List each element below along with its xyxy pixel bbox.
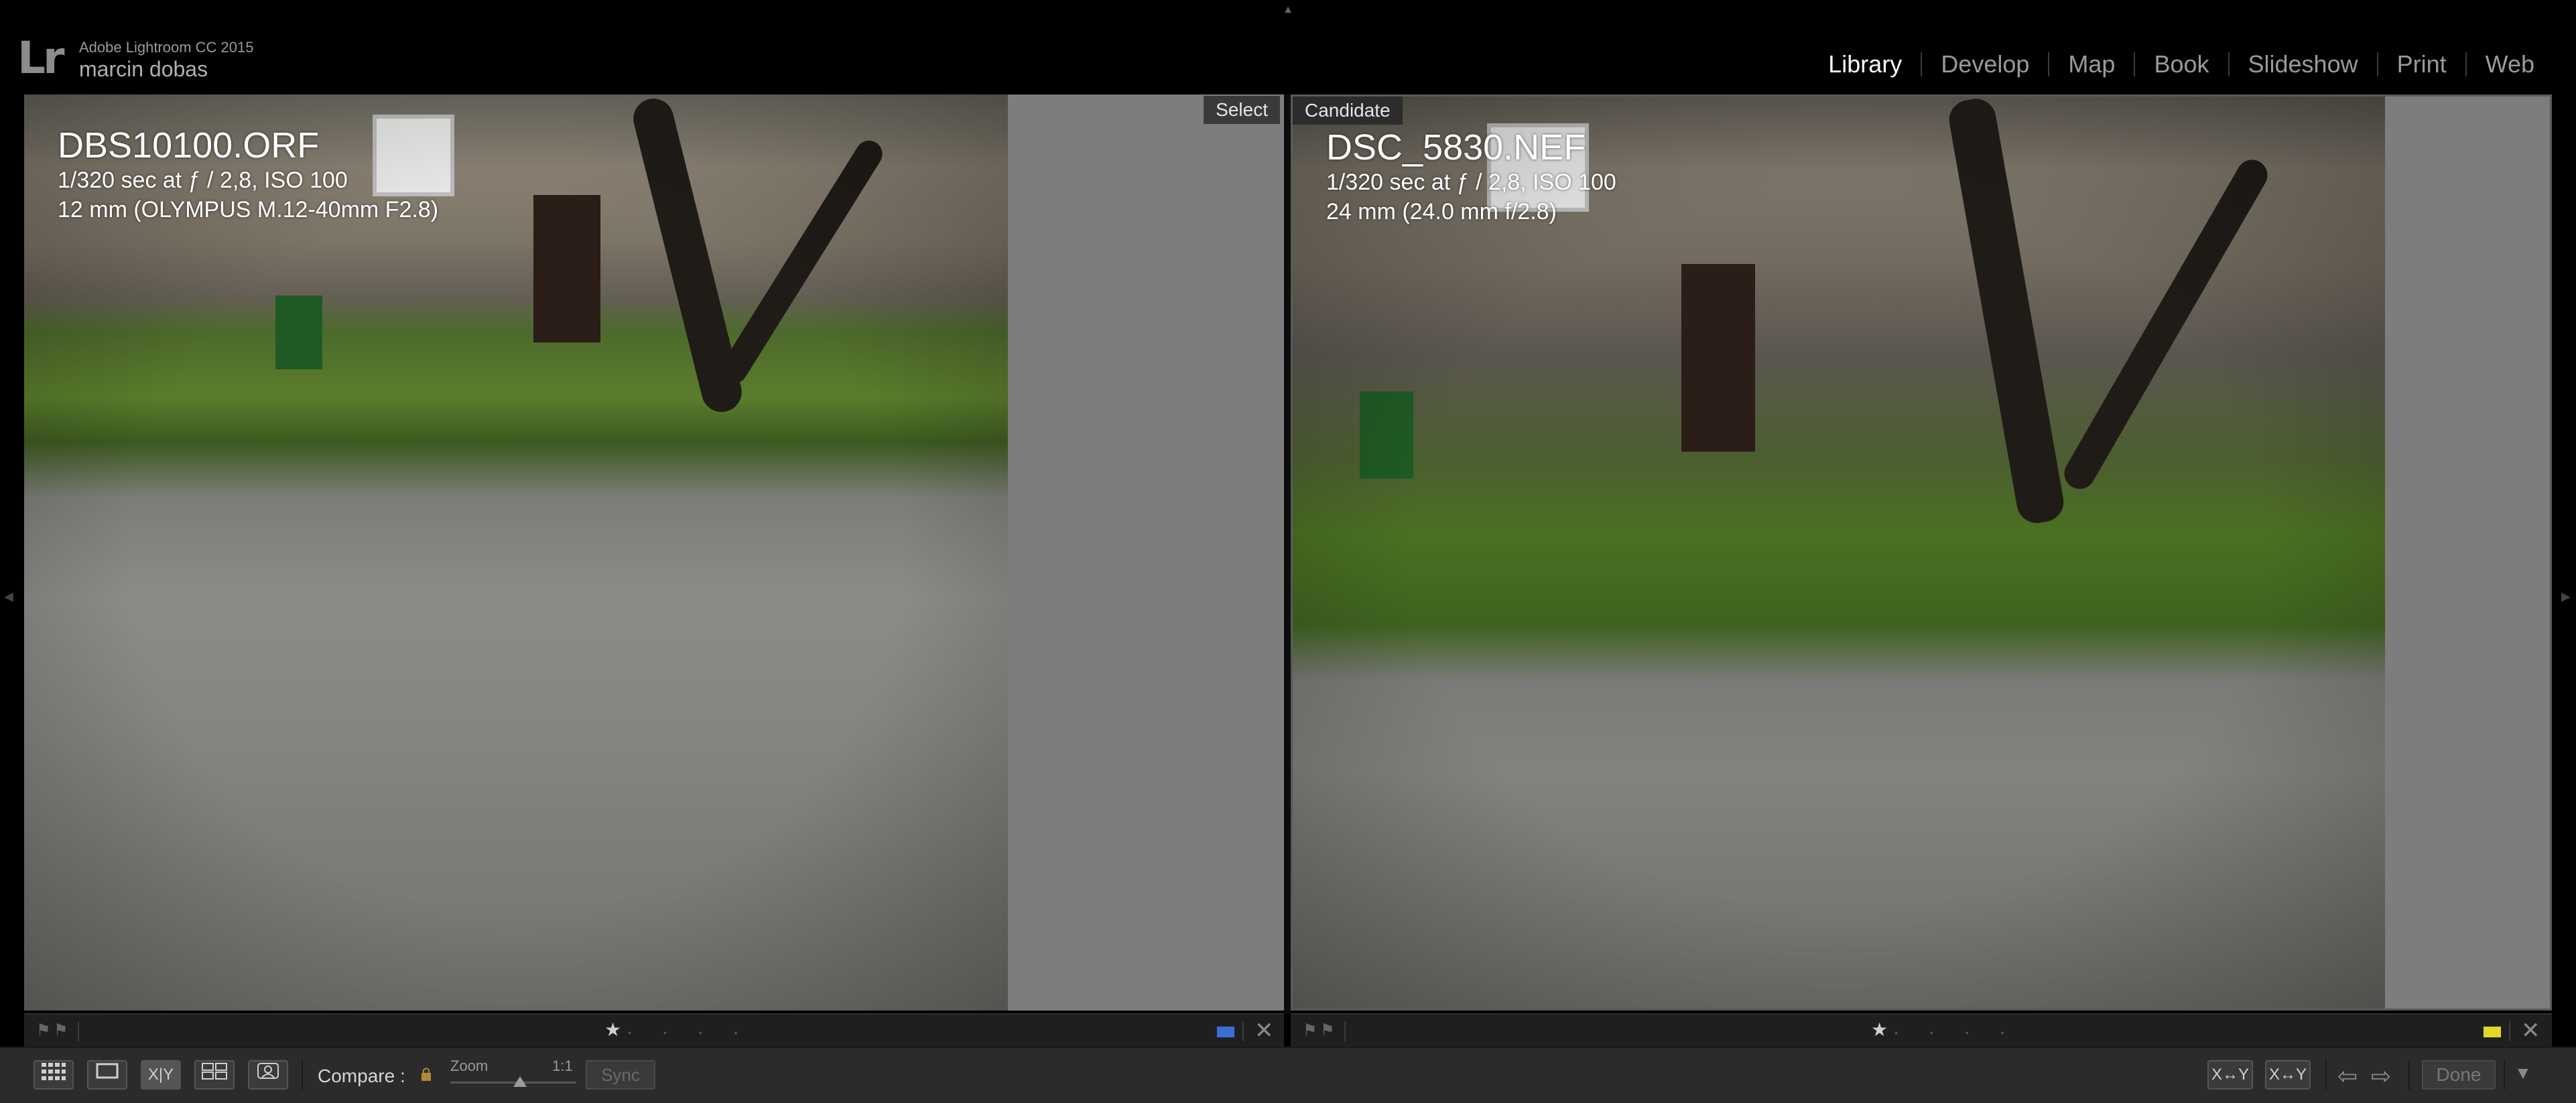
swap-icon: X↔Y xyxy=(2211,1065,2249,1084)
make-select-icon: X↔Y xyxy=(2268,1065,2307,1084)
empty-star-dots[interactable]: • • • • xyxy=(628,1027,752,1038)
arrow-left-icon[interactable]: ⇦ xyxy=(2337,1063,2358,1090)
select-info-overlay: DBS10100.ORF 1/320 sec at ƒ / 2,8, ISO 1… xyxy=(58,125,438,224)
reject-flag-icon[interactable]: ⚑ xyxy=(54,1023,68,1039)
loupe-view-button[interactable] xyxy=(87,1060,127,1090)
module-print[interactable]: Print xyxy=(2378,48,2465,80)
compare-label: Compare : xyxy=(318,1065,405,1086)
chevron-down-icon[interactable]: ▼ xyxy=(2514,1063,2532,1084)
top-panel-toggle-icon[interactable]: ▲ xyxy=(1275,5,1301,15)
photo-shade xyxy=(24,94,1008,1011)
module-library[interactable]: Library xyxy=(1809,48,1921,80)
flag-icon[interactable]: ⚑ xyxy=(36,1023,51,1039)
done-button[interactable]: Done xyxy=(2422,1060,2496,1090)
zoom-value: 1:1 xyxy=(552,1057,573,1074)
strip-separator xyxy=(1344,1021,1346,1041)
star-rating[interactable]: ★• • • • xyxy=(604,1019,752,1041)
toolbar-separator xyxy=(2325,1060,2327,1090)
compare-view-button[interactable]: X|Y xyxy=(141,1060,181,1090)
star-icon[interactable]: ★ xyxy=(604,1019,628,1040)
left-panel-toggle-icon[interactable]: ◀ xyxy=(4,590,13,604)
select-photo[interactable] xyxy=(24,94,1008,1011)
empty-star-dots[interactable]: • • • • xyxy=(1894,1027,2018,1038)
pane-divider xyxy=(1284,94,1291,1013)
survey-view-button[interactable] xyxy=(194,1060,235,1090)
compare-icon: X|Y xyxy=(147,1065,174,1084)
select-exposure: 1/320 sec at ƒ / 2,8, ISO 100 xyxy=(58,168,348,193)
module-web[interactable]: Web xyxy=(2467,48,2553,80)
strip-separator xyxy=(78,1021,79,1041)
module-picker: Library Develop Map Book Slideshow Print… xyxy=(1809,48,2553,80)
candidate-tag: Candidate xyxy=(1293,96,1403,125)
select-pane[interactable]: DBS10100.ORF 1/320 sec at ƒ / 2,8, ISO 1… xyxy=(24,94,1284,1011)
grid-icon xyxy=(42,1063,66,1080)
color-label-blue[interactable] xyxy=(1216,1025,1236,1039)
loupe-icon xyxy=(96,1063,119,1079)
select-lens: 12 mm (OLYMPUS M.12-40mm F2.8) xyxy=(58,197,439,222)
make-select-button[interactable]: X↔Y xyxy=(2265,1060,2311,1090)
candidate-exposure: 1/320 sec at ƒ / 2,8, ISO 100 xyxy=(1326,170,1616,195)
candidate-photo[interactable] xyxy=(1293,96,2385,1009)
arrow-right-icon[interactable]: ⇨ xyxy=(2371,1063,2391,1090)
module-book[interactable]: Book xyxy=(2135,48,2228,80)
lock-icon[interactable] xyxy=(421,1067,432,1082)
select-info-strip: ⚑ ⚑ ★• • • • ✕ xyxy=(24,1013,1284,1048)
reject-flag-icon[interactable]: ⚑ xyxy=(1320,1023,1335,1039)
star-rating[interactable]: ★• • • • xyxy=(1871,1019,2018,1041)
grid-view-button[interactable] xyxy=(34,1060,74,1090)
people-icon xyxy=(257,1063,279,1079)
star-icon[interactable]: ★ xyxy=(1871,1019,1894,1040)
survey-icon xyxy=(202,1063,227,1080)
right-panel-toggle-icon[interactable]: ▶ xyxy=(2561,590,2571,604)
select-tag: Select xyxy=(1204,96,1280,124)
swap-button[interactable]: X↔Y xyxy=(2207,1060,2253,1090)
people-view-button[interactable] xyxy=(248,1060,288,1090)
module-map[interactable]: Map xyxy=(2049,48,2134,80)
module-develop[interactable]: Develop xyxy=(1922,48,2048,80)
user-name: marcin dobas xyxy=(79,57,208,81)
lightroom-logo: Lr xyxy=(17,32,65,84)
candidate-info-strip: ⚑ ⚑ ★• • • • ✕ xyxy=(1291,1013,2552,1048)
sync-button[interactable]: Sync xyxy=(586,1060,655,1090)
candidate-info-overlay: DSC_5830.NEF 1/320 sec at ƒ / 2,8, ISO 1… xyxy=(1326,127,1616,226)
candidate-lens: 24 mm (24.0 mm f/2.8) xyxy=(1326,199,1557,224)
flag-icon[interactable]: ⚑ xyxy=(1303,1023,1317,1039)
strip-separator xyxy=(2509,1021,2510,1041)
app-name: Adobe Lightroom CC 2015 xyxy=(79,39,254,56)
toolbar-separator xyxy=(2408,1060,2410,1090)
candidate-pane[interactable]: DSC_5830.NEF 1/320 sec at ƒ / 2,8, ISO 1… xyxy=(1291,94,2552,1011)
photo-shade xyxy=(1293,96,2385,1009)
zoom-label: Zoom xyxy=(450,1057,489,1074)
toolbar-separator xyxy=(302,1060,303,1090)
close-icon[interactable]: ✕ xyxy=(2521,1019,2540,1043)
color-label-yellow[interactable] xyxy=(2482,1025,2502,1039)
module-slideshow[interactable]: Slideshow xyxy=(2230,48,2377,80)
bottom-toolbar: X|Y Compare : Zoom 1:1 Sync X↔Y X↔Y ⇦ ⇨ … xyxy=(0,1047,2576,1103)
candidate-filename: DSC_5830.NEF xyxy=(1326,127,1586,168)
select-filename: DBS10100.ORF xyxy=(58,125,320,166)
toolbar-separator xyxy=(2504,1060,2505,1090)
close-icon[interactable]: ✕ xyxy=(1254,1019,1274,1043)
zoom-slider-thumb[interactable] xyxy=(513,1076,527,1087)
strip-separator xyxy=(1242,1021,1244,1041)
